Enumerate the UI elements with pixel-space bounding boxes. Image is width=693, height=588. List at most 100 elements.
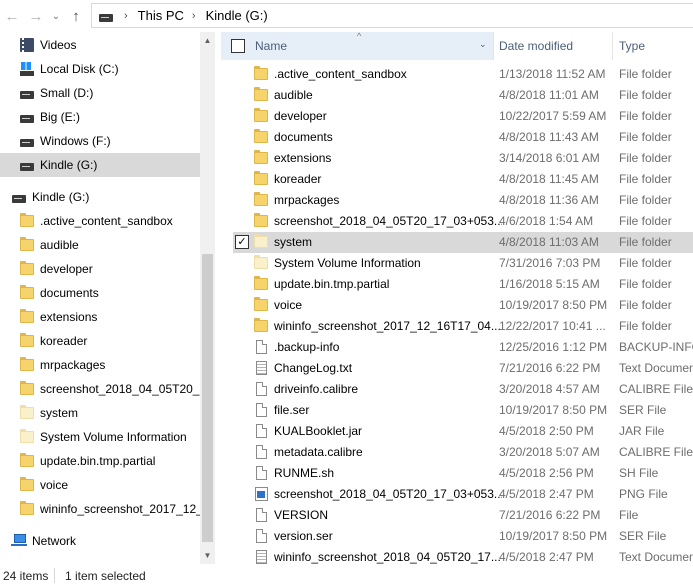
breadcrumb-kindle[interactable]: Kindle (G:) bbox=[206, 8, 268, 23]
nav-item[interactable]: extensions bbox=[0, 305, 200, 329]
file-name[interactable]: mrpackages bbox=[274, 193, 502, 207]
file-name[interactable]: ChangeLog.txt bbox=[274, 361, 502, 375]
nav-pane-scrollbar[interactable]: ▲ ▼ bbox=[200, 32, 215, 564]
column-header-name[interactable]: Name ^ ⌄ bbox=[221, 32, 493, 60]
column-divider[interactable] bbox=[493, 32, 494, 60]
file-name[interactable]: version.ser bbox=[274, 529, 502, 543]
file-row[interactable]: ✓ system 4/8/2018 11:03 AM File folder bbox=[233, 232, 693, 253]
file-row[interactable]: mrpackages 4/8/2018 11:36 AM File folder bbox=[233, 190, 693, 211]
file-row[interactable]: .active_content_sandbox 1/13/2018 11:52 A… bbox=[233, 64, 693, 85]
nav-item[interactable]: system bbox=[0, 401, 200, 425]
file-row[interactable]: System Volume Information 7/31/2016 7:03 … bbox=[233, 253, 693, 274]
file-row[interactable]: developer 10/22/2017 5:59 AM File folder bbox=[233, 106, 693, 127]
file-row[interactable]: screenshot_2018_04_05T20_17_03+053... 4/6… bbox=[233, 211, 693, 232]
file-name[interactable]: update.bin.tmp.partial bbox=[274, 277, 502, 291]
column-divider[interactable] bbox=[612, 32, 613, 60]
nav-item[interactable]: voice bbox=[0, 473, 200, 497]
address-bar[interactable]: › This PC › Kindle (G:) bbox=[91, 3, 693, 28]
breadcrumb-this-pc[interactable]: This PC bbox=[138, 8, 184, 23]
nav-item[interactable]: developer bbox=[0, 257, 200, 281]
folder-icon bbox=[19, 501, 35, 517]
file-name[interactable]: file.ser bbox=[274, 403, 502, 417]
file-name[interactable]: driveinfo.calibre bbox=[274, 382, 502, 396]
file-row[interactable]: driveinfo.calibre 3/20/2018 4:57 AM CALIBR… bbox=[233, 379, 693, 400]
file-date-modified: 7/21/2016 6:22 PM bbox=[499, 361, 601, 375]
scroll-up-arrow-icon[interactable]: ▲ bbox=[200, 32, 215, 49]
file-name[interactable]: VERSION bbox=[274, 508, 502, 522]
select-all-checkbox[interactable] bbox=[231, 39, 245, 53]
nav-item[interactable]: Videos bbox=[0, 33, 200, 57]
file-row[interactable]: documents 4/8/2018 11:43 AM File folder bbox=[233, 127, 693, 148]
file-name[interactable]: documents bbox=[274, 130, 502, 144]
nav-item[interactable]: audible bbox=[0, 233, 200, 257]
nav-item[interactable]: .active_content_sandbox bbox=[0, 209, 200, 233]
file-name[interactable]: KUALBooklet.jar bbox=[274, 424, 502, 438]
file-name[interactable]: developer bbox=[274, 109, 502, 123]
folder-icon bbox=[19, 357, 35, 373]
scroll-down-arrow-icon[interactable]: ▼ bbox=[200, 547, 215, 564]
file-row[interactable]: KUALBooklet.jar 4/5/2018 2:50 PM JAR File bbox=[233, 421, 693, 442]
file-row[interactable]: metadata.calibre 3/20/2018 5:07 AM CALIBRE… bbox=[233, 442, 693, 463]
file-row[interactable]: extensions 3/14/2018 6:01 AM File folder bbox=[233, 148, 693, 169]
drive-icon bbox=[19, 85, 35, 101]
nav-item[interactable]: wininfo_screenshot_2017_12_16 bbox=[0, 497, 200, 521]
file-row[interactable]: VERSION 7/21/2016 6:22 PM File bbox=[233, 505, 693, 526]
file-row[interactable]: .backup-info 12/25/2016 1:12 PM BACKUP-INF… bbox=[233, 337, 693, 358]
folder-icon bbox=[253, 318, 269, 334]
file-row[interactable]: screenshot_2018_04_05T20_17_03+053... 4/5… bbox=[233, 484, 693, 505]
file-date-modified: 10/22/2017 5:59 AM bbox=[499, 109, 607, 123]
nav-item[interactable]: mrpackages bbox=[0, 353, 200, 377]
file-name[interactable]: metadata.calibre bbox=[274, 445, 502, 459]
nav-item[interactable]: Network bbox=[0, 529, 200, 553]
file-row[interactable]: version.ser 10/19/2017 8:50 PM SER File bbox=[233, 526, 693, 547]
folder-icon bbox=[253, 276, 269, 292]
nav-item[interactable]: update.bin.tmp.partial bbox=[0, 449, 200, 473]
nav-item[interactable]: Windows (F:) bbox=[0, 129, 200, 153]
file-name[interactable]: .backup-info bbox=[274, 340, 502, 354]
nav-item[interactable]: Kindle (G:) bbox=[0, 153, 200, 177]
file-date-modified: 4/5/2018 2:50 PM bbox=[499, 424, 594, 438]
file-name[interactable]: system bbox=[274, 235, 502, 249]
nav-item[interactable]: documents bbox=[0, 281, 200, 305]
file-name[interactable]: koreader bbox=[274, 172, 502, 186]
file-name[interactable]: audible bbox=[274, 88, 502, 102]
file-name[interactable]: voice bbox=[274, 298, 502, 312]
file-row[interactable]: wininfo_screenshot_2018_04_05T20_17... 4/… bbox=[233, 547, 693, 564]
file-row[interactable]: update.bin.tmp.partial 1/16/2018 5:15 AM F… bbox=[233, 274, 693, 295]
forward-button[interactable]: → bbox=[26, 6, 46, 26]
nav-item[interactable]: screenshot_2018_04_05T20_17_ bbox=[0, 377, 200, 401]
nav-item[interactable]: System Volume Information bbox=[0, 425, 200, 449]
file-row[interactable]: audible 4/8/2018 11:01 AM File folder bbox=[233, 85, 693, 106]
file-row[interactable]: RUNME.sh 4/5/2018 2:56 PM SH File bbox=[233, 463, 693, 484]
nav-item-label: wininfo_screenshot_2017_12_16 bbox=[40, 502, 200, 516]
file-row[interactable]: koreader 4/8/2018 11:45 AM File folder bbox=[233, 169, 693, 190]
file-name[interactable]: screenshot_2018_04_05T20_17_03+053... bbox=[274, 214, 502, 228]
file-type: File bbox=[619, 508, 639, 522]
file-name[interactable]: System Volume Information bbox=[274, 256, 502, 270]
row-checkbox[interactable]: ✓ bbox=[235, 235, 249, 249]
file-name[interactable]: screenshot_2018_04_05T20_17_03+053... bbox=[274, 487, 502, 501]
file-date-modified: 4/5/2018 2:56 PM bbox=[499, 466, 594, 480]
file-row[interactable]: file.ser 10/19/2017 8:50 PM SER File bbox=[233, 400, 693, 421]
back-button[interactable]: ← bbox=[2, 6, 22, 26]
file-name[interactable]: extensions bbox=[274, 151, 502, 165]
file-name[interactable]: wininfo_screenshot_2018_04_05T20_17... bbox=[274, 550, 502, 564]
file-name[interactable]: .active_content_sandbox bbox=[274, 67, 502, 81]
nav-item[interactable]: Big (E:) bbox=[0, 105, 200, 129]
recent-locations-button[interactable]: ⌄ bbox=[48, 6, 64, 26]
chevron-down-icon[interactable]: ⌄ bbox=[479, 39, 487, 50]
nav-pane-scroll-thumb[interactable] bbox=[202, 254, 213, 542]
up-button[interactable]: ↑ bbox=[66, 6, 86, 26]
file-name[interactable]: RUNME.sh bbox=[274, 466, 502, 480]
file-row[interactable]: ChangeLog.txt 7/21/2016 6:22 PM Text Docum… bbox=[233, 358, 693, 379]
nav-item[interactable]: Local Disk (C:) bbox=[0, 57, 200, 81]
nav-item[interactable]: Small (D:) bbox=[0, 81, 200, 105]
network-icon bbox=[11, 533, 27, 549]
column-header-type[interactable]: Type bbox=[619, 39, 645, 53]
column-header-date-modified[interactable]: Date modified bbox=[499, 39, 573, 53]
nav-item[interactable]: koreader bbox=[0, 329, 200, 353]
file-row[interactable]: wininfo_screenshot_2017_12_16T17_04... 12… bbox=[233, 316, 693, 337]
file-name[interactable]: wininfo_screenshot_2017_12_16T17_04... bbox=[274, 319, 502, 333]
file-row[interactable]: voice 10/19/2017 8:50 PM File folder bbox=[233, 295, 693, 316]
nav-item[interactable]: Kindle (G:) bbox=[0, 185, 200, 209]
